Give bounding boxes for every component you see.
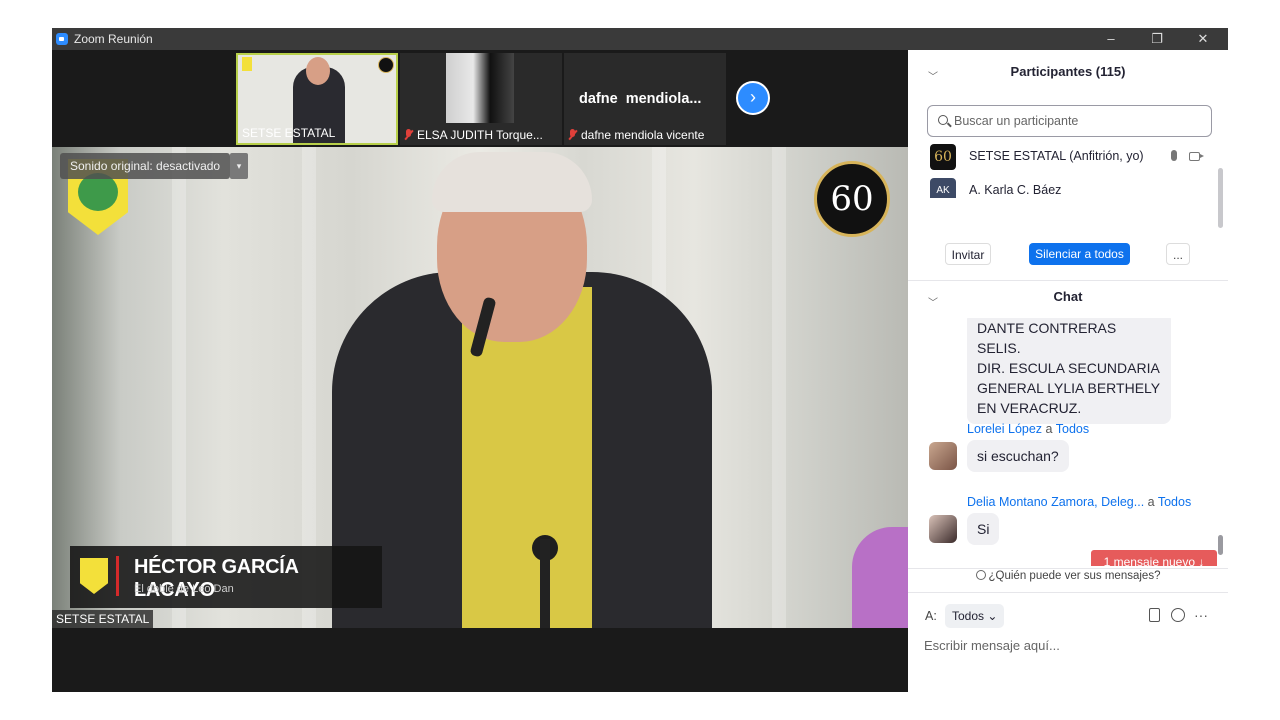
section-divider	[908, 592, 1228, 593]
close-button[interactable]: ✕	[1180, 28, 1226, 50]
muted-mic-icon	[404, 129, 413, 140]
participant-search-box[interactable]	[927, 105, 1212, 137]
chat-scrollbar[interactable]	[1218, 535, 1223, 555]
thumbnail-speaker-head	[306, 57, 330, 85]
participant-avatar: AK	[930, 178, 956, 198]
participants-scrollbar[interactable]	[1218, 168, 1223, 228]
thumbnail-elsa-judith[interactable]: ELSA JUDITH Torque...	[400, 53, 562, 145]
participant-name: SETSE ESTATAL (Anfitrión, yo)	[969, 149, 1144, 163]
thumbnail-dafne-mendiola[interactable]: dafne mendiola... dafne mendiola vicente	[564, 53, 726, 145]
window-title: Zoom Reunión	[74, 32, 153, 46]
chat-avatar	[929, 515, 957, 543]
chat-sender-name[interactable]: Lorelei López	[967, 422, 1042, 436]
recipient-value: Todos	[952, 609, 985, 623]
chat-sender-line: Lorelei López a Todos	[967, 422, 1089, 436]
original-sound-dropdown[interactable]: ▾	[230, 153, 248, 179]
more-options-icon[interactable]: ···	[1194, 608, 1208, 622]
microphone-icon[interactable]	[1171, 150, 1177, 161]
curtain-fold	[772, 147, 786, 628]
chat-message-line: DANTE CONTRERAS SELIS.	[977, 320, 1117, 356]
lower-third-logo	[80, 558, 108, 594]
section-divider	[908, 280, 1228, 281]
chat-recipient[interactable]: Todos	[1056, 422, 1089, 436]
emoji-icon[interactable]	[1171, 608, 1185, 622]
chat-connector: a	[1147, 495, 1155, 509]
main-speaker-video: 60 Sonido original: desactivado ▾ HÉCTOR…	[52, 147, 908, 628]
chat-message-line: DIR. ESCULA SECUNDARIA	[977, 360, 1160, 376]
thumbnail-name-text: dafne mendiola vicente	[581, 128, 705, 142]
microphone-stand	[540, 539, 550, 628]
chat-message-input[interactable]	[924, 632, 1214, 658]
file-icon[interactable]	[1149, 608, 1160, 622]
original-sound-banner[interactable]: Sonido original: desactivado	[60, 153, 231, 179]
thumbnail-name: dafne mendiola vicente	[568, 128, 704, 142]
lower-third-caption: HÉCTOR GARCÍA LACAYO El doble de Leo Dan	[70, 546, 382, 608]
recipient-label: A:	[925, 609, 937, 623]
anniversary-60-logo: 60	[814, 161, 890, 237]
chat-avatar	[929, 442, 957, 470]
thumbnail-setse-estatal[interactable]: SETSE ESTATAL	[236, 53, 398, 145]
muted-mic-icon	[568, 129, 577, 140]
participant-search-input[interactable]	[954, 112, 1204, 130]
side-panel: ﹀ Participantes (115) 60 SETSE ESTATAL (…	[908, 50, 1228, 692]
anniversary-number: 60	[830, 179, 874, 219]
restore-button[interactable]: ❐	[1134, 28, 1180, 50]
participant-name: A. Karla C. Báez	[969, 183, 1062, 197]
thumbnail-org-logo	[242, 57, 252, 71]
lower-third-divider	[116, 556, 119, 596]
video-camera-icon[interactable]	[1189, 152, 1204, 161]
video-area: SETSE ESTATAL ELSA JUDITH Torque... dafn…	[52, 50, 908, 692]
thumbnail-name: ELSA JUDITH Torque...	[404, 128, 543, 142]
chat-message-bubble: si escuchan?	[967, 440, 1069, 472]
chat-sender-line: Delia Montano Zamora, Deleg... a Todos	[967, 495, 1191, 509]
minimize-button[interactable]: –	[1088, 28, 1134, 50]
title-bar: Zoom Reunión – ❐ ✕	[52, 28, 1228, 50]
thumbnail-display-name: dafne mendiola...	[579, 91, 702, 107]
mute-all-button[interactable]: Silenciar a todos	[1029, 243, 1130, 265]
chat-recipient[interactable]: Todos	[1158, 495, 1191, 509]
chat-message-bubble: Si	[967, 513, 1000, 545]
next-page-button[interactable]: ›	[736, 81, 770, 115]
thumbnail-name-text: ELSA JUDITH Torque...	[417, 128, 543, 142]
who-can-see-text: ¿Quién puede ver sus mensajes?	[988, 570, 1161, 582]
chevron-down-icon: ⌄	[987, 609, 998, 623]
participants-list: 60 SETSE ESTATAL (Anfitrión, yo) AK A. K…	[908, 142, 1216, 198]
thumbnail-name: SETSE ESTATAL	[242, 126, 336, 140]
new-message-indicator[interactable]: 1 mensaje nuevo ↓	[1091, 550, 1217, 566]
participants-header: Participantes (115)	[1010, 64, 1126, 79]
audience-member	[852, 527, 908, 628]
lower-third-subtitle: El doble de Leo Dan	[134, 583, 234, 595]
thumbnail-anniversary-logo	[378, 57, 394, 73]
lower-third-name: HÉCTOR GARCÍA LACAYO	[134, 556, 298, 601]
chat-messages: DANTE CONTRERAS SELIS. DIR. ESCULA SECUN…	[908, 318, 1228, 566]
participant-row[interactable]: AK A. Karla C. Báez	[928, 176, 1216, 198]
chat-sender-name[interactable]: Delia Montano Zamora, Deleg...	[967, 495, 1144, 509]
main-video-participant-name: SETSE ESTATAL	[52, 610, 154, 628]
zoom-window: Zoom Reunión – ❐ ✕ SETSE ESTATAL ELSA JU…	[52, 28, 1228, 692]
invite-button[interactable]: Invitar	[945, 243, 991, 265]
participant-avatar: 60	[930, 144, 956, 170]
chat-message-line: GENERAL LYLIA BERTHELY	[977, 380, 1161, 396]
search-icon	[938, 115, 948, 125]
recipient-select[interactable]: Todos ⌄	[945, 604, 1004, 628]
participants-more-button[interactable]: ...	[1166, 243, 1190, 265]
participant-row[interactable]: 60 SETSE ESTATAL (Anfitrión, yo)	[928, 142, 1216, 172]
section-divider	[908, 568, 1228, 569]
chat-message-line: EN VERACRUZ.	[977, 400, 1082, 416]
thumbnail-camera-feed	[446, 53, 514, 123]
speaker-hair	[432, 152, 592, 212]
chat-message-bubble: DANTE CONTRERAS SELIS. DIR. ESCULA SECUN…	[967, 318, 1171, 424]
zoom-app-icon	[56, 33, 68, 45]
person-icon	[975, 570, 986, 580]
chat-connector: a	[1045, 422, 1053, 436]
chat-header: Chat	[1053, 289, 1083, 304]
who-can-see-messages[interactable]: ¿Quién puede ver sus mensajes?	[908, 570, 1228, 582]
